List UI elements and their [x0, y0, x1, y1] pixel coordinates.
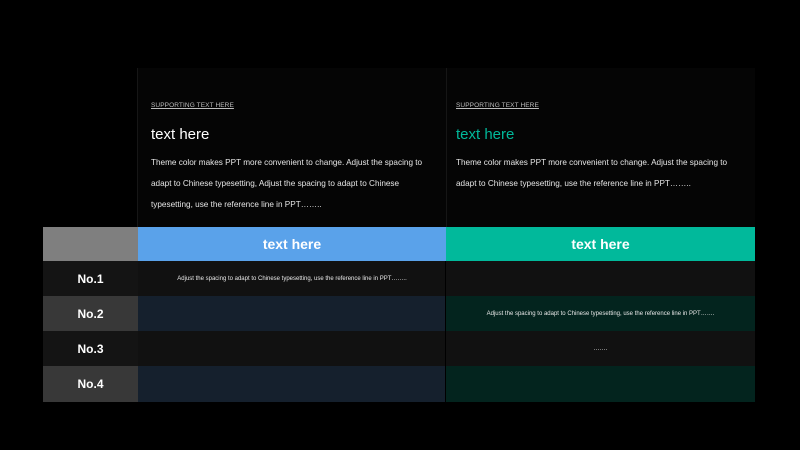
- column-divider: [446, 68, 447, 228]
- table-row: No.3 …….: [43, 331, 755, 366]
- left-body-text: Theme color makes PPT more convenient to…: [151, 158, 423, 209]
- table-cell: Adjust the spacing to adapt to Chinese t…: [138, 261, 446, 296]
- row-label: No.1: [43, 261, 138, 296]
- table-corner-header: [43, 227, 138, 261]
- row-label: No.3: [43, 331, 138, 366]
- table-cell: [138, 331, 446, 366]
- left-title: text here: [151, 126, 210, 143]
- left-supporting-text: SUPPORTING TEXT HERE: [151, 102, 234, 109]
- table-cell: [446, 261, 755, 296]
- table-row: No.2 Adjust the spacing to adapt to Chin…: [43, 296, 755, 331]
- row-label: No.4: [43, 366, 138, 402]
- column-divider: [137, 68, 138, 228]
- right-column-panel: [446, 68, 755, 228]
- table-cell: [138, 296, 446, 331]
- right-supporting-text: SUPPORTING TEXT HERE: [456, 102, 539, 109]
- table-cell: [446, 366, 755, 402]
- table-row: No.4: [43, 366, 755, 402]
- right-title: text here: [456, 126, 515, 143]
- right-body-text: Theme color makes PPT more convenient to…: [456, 158, 728, 188]
- table-cell: Adjust the spacing to adapt to Chinese t…: [446, 296, 755, 331]
- table-header-right: text here: [446, 227, 755, 261]
- table-cell: [138, 366, 446, 402]
- table-header-left: text here: [138, 227, 446, 261]
- table-cell: …….: [446, 331, 755, 366]
- row-label: No.2: [43, 296, 138, 331]
- table-divider: [445, 261, 446, 402]
- comparison-table: text here text here No.1 Adjust the spac…: [43, 227, 755, 402]
- table-row: No.1 Adjust the spacing to adapt to Chin…: [43, 261, 755, 296]
